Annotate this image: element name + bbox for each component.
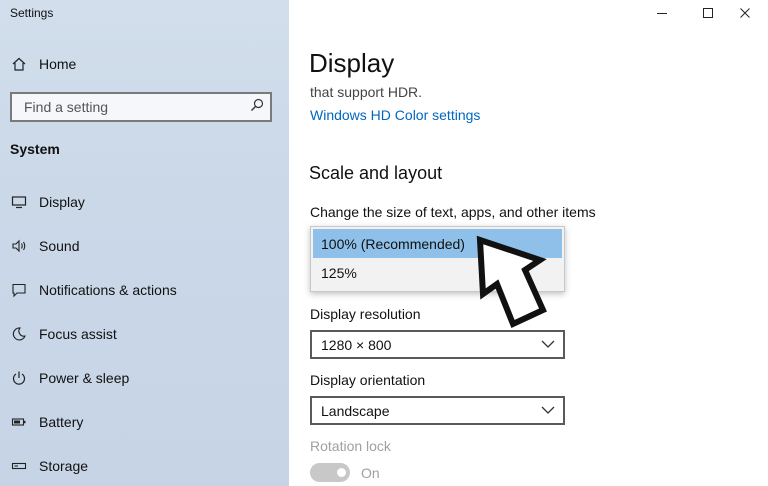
sidebar-item-label: Battery: [39, 414, 84, 430]
speaker-icon: [10, 237, 28, 255]
resolution-value: 1280 × 800: [321, 336, 392, 353]
maximize-icon: [703, 8, 713, 18]
search-box[interactable]: [10, 92, 272, 122]
chevron-down-icon: [541, 340, 555, 348]
annotation-arrow-icon: [476, 235, 547, 329]
sidebar-item-label: Home: [39, 56, 77, 72]
sidebar-item-label: Notifications & actions: [39, 282, 177, 298]
monitor-icon: [10, 193, 28, 211]
page-title: Display: [309, 48, 395, 78]
app-title: Settings: [10, 6, 54, 20]
moon-icon: [10, 325, 28, 343]
search-input[interactable]: [22, 98, 250, 116]
chevron-down-icon: [541, 406, 555, 414]
hd-color-settings-link[interactable]: Windows HD Color settings: [310, 107, 480, 123]
storage-icon: [10, 457, 28, 475]
sidebar-item-storage[interactable]: Storage: [10, 454, 88, 478]
close-button[interactable]: [722, 0, 768, 26]
resolution-dropdown[interactable]: 1280 × 800: [310, 330, 565, 359]
rotation-lock-state: On: [361, 465, 380, 481]
sidebar-item-battery[interactable]: Battery: [10, 410, 83, 434]
rotation-lock-toggle[interactable]: [310, 463, 350, 482]
sidebar-item-focus-assist[interactable]: Focus assist: [10, 322, 117, 346]
sidebar-item-label: Power & sleep: [39, 370, 130, 386]
sidebar-item-home[interactable]: Home: [10, 52, 76, 76]
sidebar-item-notifications[interactable]: Notifications & actions: [10, 278, 177, 302]
rotation-lock-label: Rotation lock: [310, 438, 391, 454]
sidebar-item-label: Sound: [39, 238, 80, 254]
sidebar-item-label: Focus assist: [39, 326, 117, 342]
orientation-dropdown[interactable]: Landscape: [310, 396, 565, 425]
minimize-icon: [657, 13, 667, 14]
minimize-button[interactable]: [639, 0, 685, 26]
toggle-knob: [337, 468, 346, 477]
orientation-label: Display orientation: [310, 372, 426, 388]
sidebar-item-display[interactable]: Display: [10, 190, 85, 214]
section-label-system: System: [10, 141, 60, 157]
search-icon[interactable]: [250, 98, 264, 117]
section-title-scale-layout: Scale and layout: [309, 163, 443, 183]
sidebar-item-power-sleep[interactable]: Power & sleep: [10, 366, 129, 390]
sidebar: Settings Home System Display Sound Notif…: [0, 0, 289, 486]
sidebar-item-sound[interactable]: Sound: [10, 234, 79, 258]
resolution-label: Display resolution: [310, 306, 421, 322]
sidebar-item-label: Storage: [39, 458, 89, 474]
scale-label: Change the size of text, apps, and other…: [310, 204, 596, 220]
hdr-description: that support HDR.: [310, 84, 423, 100]
battery-icon: [10, 413, 28, 431]
notification-icon: [10, 281, 28, 299]
power-icon: [10, 369, 28, 387]
orientation-value: Landscape: [321, 402, 390, 419]
home-icon: [10, 55, 28, 73]
sidebar-item-label: Display: [39, 194, 85, 210]
close-icon: [740, 8, 750, 18]
